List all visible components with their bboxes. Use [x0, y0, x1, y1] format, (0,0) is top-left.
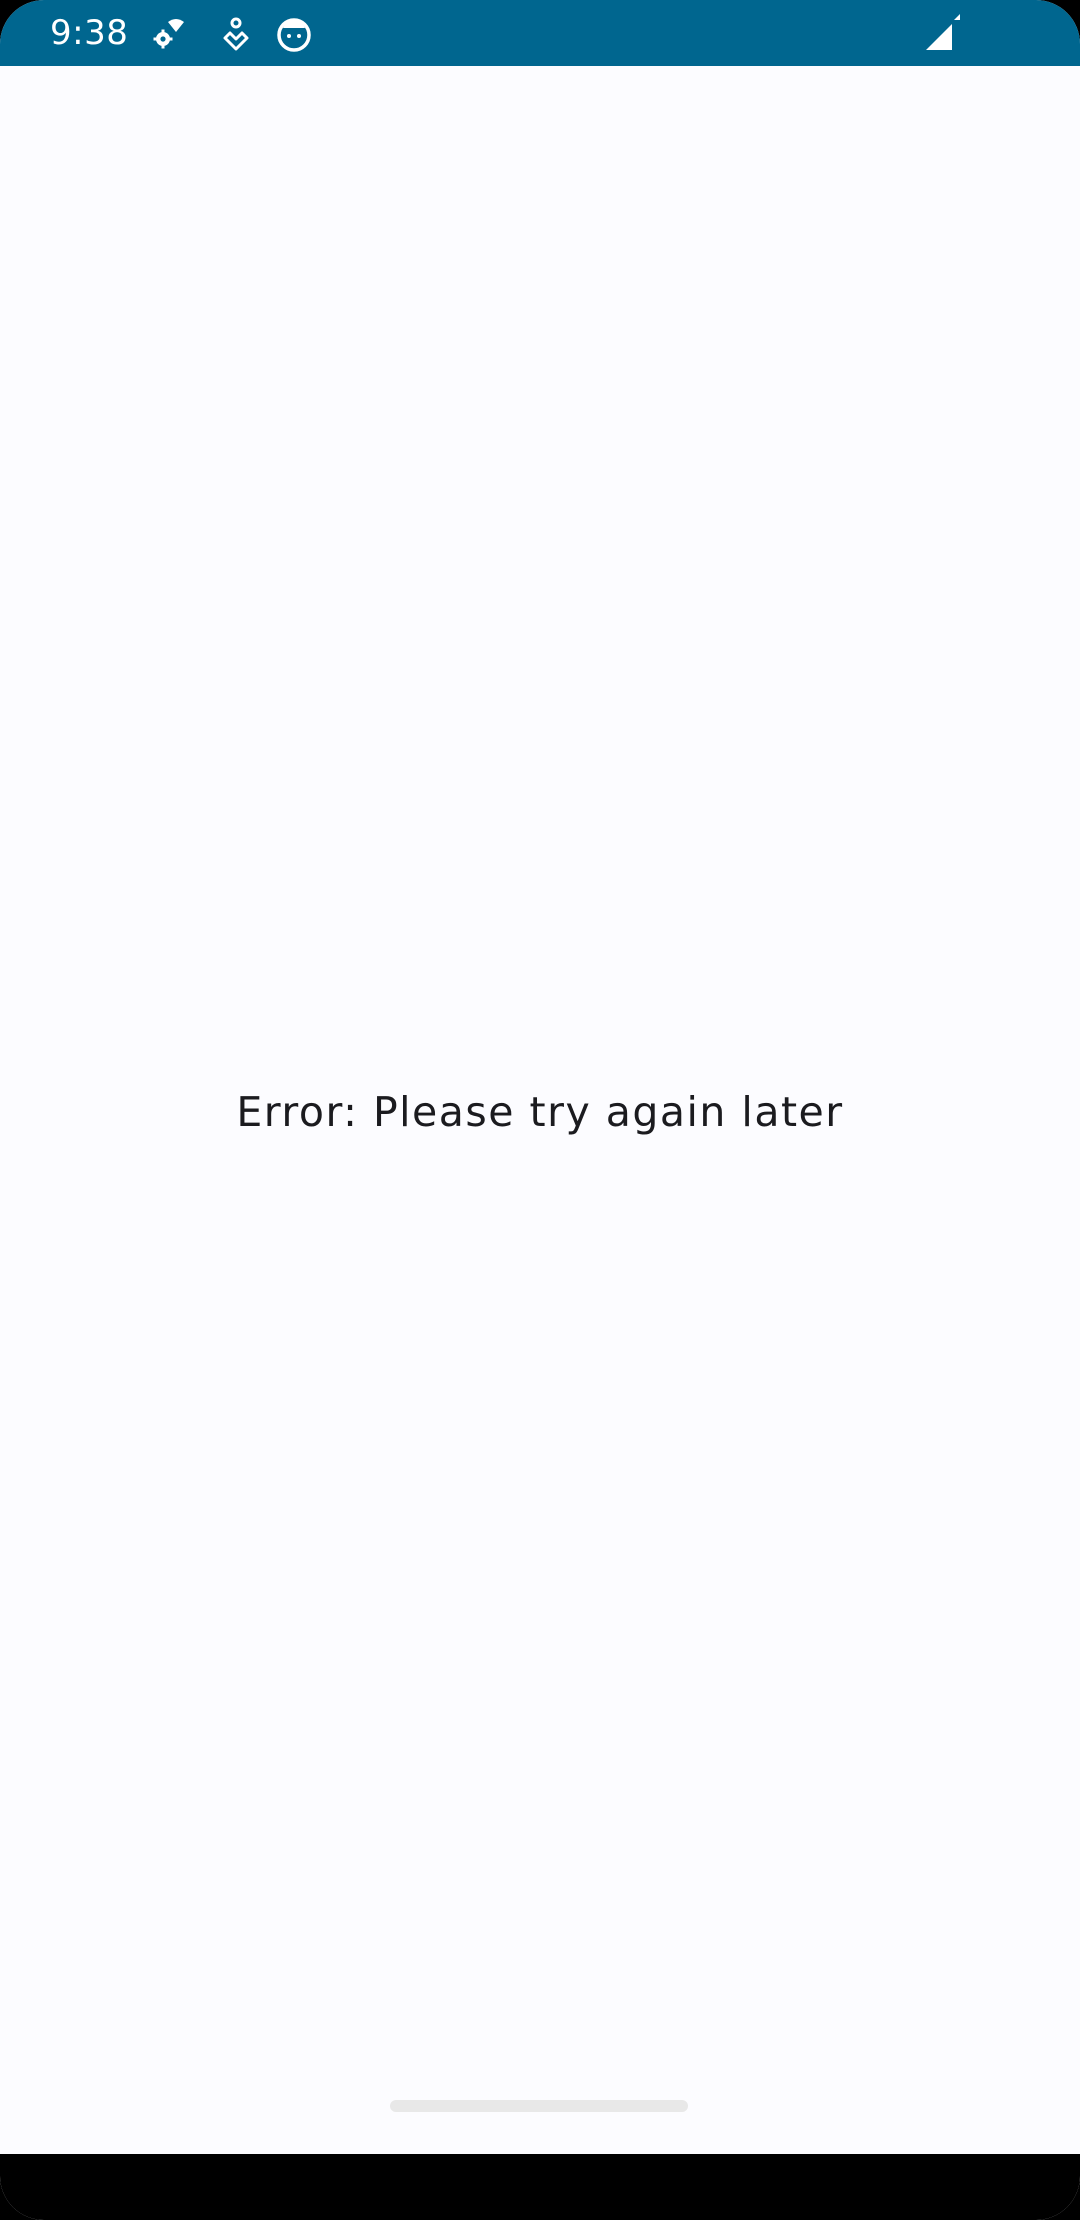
error-message: Error: Please try again later: [236, 1088, 844, 1136]
cellular-signal-icon: [924, 14, 962, 52]
home-gesture-handle[interactable]: [390, 2100, 688, 2112]
location-icon: [216, 14, 256, 54]
app-screen: 9:38 Error: Please try again later: [0, 0, 1080, 2220]
navigation-bar: [0, 2154, 1080, 2220]
status-bar: 9:38: [0, 0, 1080, 66]
face-icon: [274, 14, 314, 54]
settings-wifi-icon: [150, 14, 190, 54]
status-time: 9:38: [50, 13, 129, 53]
